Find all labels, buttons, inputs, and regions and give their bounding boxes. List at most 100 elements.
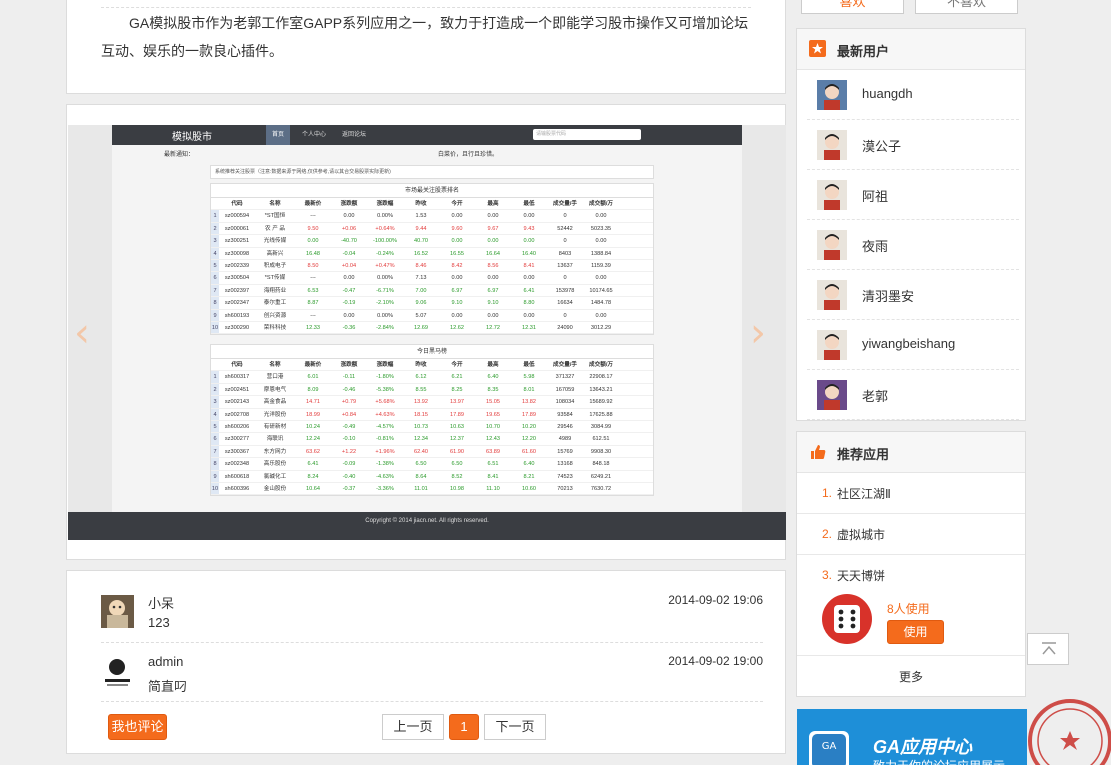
slider-next-icon[interactable]: ›	[750, 310, 766, 356]
app-user-count: 8人使用	[887, 602, 930, 616]
star-icon	[809, 40, 826, 57]
avatar[interactable]	[817, 80, 847, 110]
avatar[interactable]	[817, 130, 847, 160]
comment-item: admin 简直叼 2014-09-02 19:00	[101, 654, 763, 712]
svg-text:GA: GA	[822, 741, 837, 752]
app-name: 天天博饼	[837, 569, 886, 583]
table-row: 8 sz002348 高乐股份 6.41 -0.09 -1.38% 6.50 6.50 6.51…	[211, 458, 653, 471]
table-row: 5 sh600206 有研新材 10.24 -0.49 -4.57% 10.73 10.63 1…	[211, 420, 653, 434]
user-item[interactable]: 清羽墨安	[807, 270, 1019, 320]
screenshot-nav-home: 首页	[266, 125, 291, 145]
table-row: 9 sh600618 氯碱化工 8.24 -0.40 -4.63% 8.64 8.52 8.41…	[211, 470, 653, 483]
comment-time: 2014-09-02 19:06	[668, 593, 763, 607]
user-item[interactable]: 老郭	[807, 370, 1019, 420]
recommended-apps-title: 推荐应用	[837, 447, 890, 462]
table-row: 6 sz300504 *ST传媒 --- 0.00 0.00% 7.13 0.00 0.00 0.…	[211, 272, 653, 285]
table-row: 7 sz002397 海翔药业 6.53 -0.47 -6.71% 7.00 6.97 6.97…	[211, 284, 653, 298]
comments-panel: 小呆 123 2014-09-02 19:06 admin 简直叼 2014-0…	[66, 570, 786, 754]
banner-title: GA应用中心	[873, 737, 972, 757]
copyright: Copyright © 2014 jiacn.net. All rights r…	[365, 518, 489, 524]
intro-text: GA模拟股市作为老郭工作室GAPP系列应用之一，致力于打造成一个即能学习股市操作…	[101, 15, 749, 59]
like-label: 喜欢	[839, 0, 866, 9]
app-item[interactable]: 1. 社区江湖Ⅱ	[797, 473, 1025, 514]
app-rank: 1.	[822, 486, 833, 500]
app-name: 社区江湖Ⅱ	[837, 487, 891, 501]
like-button[interactable]: 喜欢	[801, 0, 904, 14]
comment-text: 简直叼	[148, 679, 188, 694]
app-item-featured[interactable]: 3. 天天博饼 8人使用 使用	[797, 555, 1025, 656]
user-item[interactable]: huangdh	[807, 70, 1019, 120]
ga-app-center-banner[interactable]: GA GA应用中心 致力于你的论坛应用展示	[797, 709, 1027, 765]
hot-stocks-title: 市场最关注股票排名	[211, 184, 653, 198]
screenshot-logo: 模拟股市	[172, 132, 212, 143]
screenshot-nav-profile: 个人中心	[302, 132, 327, 138]
table-row: 8 sz002347 泰尔重工 8.87 -0.19 -2.10% 9.06 9.10 9.10…	[211, 297, 653, 310]
table-row: 1 sh600317 营口港 6.01 -0.11 -1.80% 6.12 6.21 6.40 5…	[211, 371, 653, 384]
user-name[interactable]: 漠公子	[862, 136, 901, 155]
user-name[interactable]: 阿祖	[862, 186, 888, 205]
table-row: 9 sh600193 创兴资源 --- 0.00 0.00% 5.07 0.00 0.00 0.0…	[211, 309, 653, 322]
dislike-label: 不喜欢	[946, 0, 986, 9]
dislike-button[interactable]: 不喜欢	[915, 0, 1018, 14]
app-name: 虚拟城市	[837, 528, 886, 542]
table-row: 10 sh600396 金山股份 10.64 -0.37 -3.36% 11.01 10.98…	[211, 482, 653, 496]
comment-author[interactable]: admin	[148, 654, 183, 669]
slider-prev-icon[interactable]: ‹	[74, 310, 90, 356]
screenshot-search: 请输股票代码	[533, 129, 641, 140]
table-row: 5 sz002339 积成电子 8.50 +0.04 +0.47% 8.46 8.42 8.56…	[211, 259, 653, 273]
hot-stocks-table: 市场最关注股票排名 代码 名称 最新价 涨跌额 涨跌幅 昨收 今开 最高 最低 成交量/手 成交额/…	[210, 183, 654, 336]
avatar[interactable]	[101, 656, 134, 689]
dice-icon	[822, 594, 872, 644]
table-row: 2 sz002451 摩恩电气 8.09 -0.46 -5.38% 8.55 8.25 8.35…	[211, 383, 653, 397]
user-name[interactable]: 清羽墨安	[862, 286, 914, 305]
add-comment-button[interactable]: 我也评论	[108, 714, 167, 740]
current-page[interactable]: 1	[449, 714, 479, 740]
screenshot-nav-forum: 返回论坛	[342, 132, 367, 138]
user-name[interactable]: yiwangbeishang	[862, 336, 955, 351]
avatar[interactable]	[817, 180, 847, 210]
avatar[interactable]	[101, 595, 134, 628]
recommended-apps-panel: 推荐应用 1. 社区江湖Ⅱ 2. 虚拟城市 3. 天天博饼 8人使用 使用 更多	[796, 431, 1026, 697]
user-name[interactable]: 老郭	[862, 386, 888, 405]
new-users-panel: 最新用户 huangdh 漠公子 阿祖 夜雨 清羽墨安 yiwangbeishang 老郭	[796, 28, 1026, 421]
user-item[interactable]: 漠公子	[807, 120, 1019, 170]
dark-horse-table: 今日黑马榜 代码 名称 最新价 涨跌额 涨跌幅 昨收 今开 最高 最低 成交量/手 成交额/万 1 sh…	[210, 344, 654, 497]
table-row: 1 sz000594 *ST国恒 --- 0.00 0.00% 1.53 0.00 0.00 0.…	[211, 210, 653, 223]
user-name[interactable]: 夜雨	[862, 236, 888, 255]
arrow-up-icon	[1042, 642, 1056, 655]
table-row: 6 sz300277 海联讯 12.24 -0.10 -0.81% 12.34 12.37 12…	[211, 433, 653, 446]
user-name[interactable]: huangdh	[862, 86, 913, 101]
dark-horse-header: 代码 名称 最新价 涨跌额 涨跌幅 昨收 今开 最高 最低 成交量/手 成交额/万	[211, 359, 653, 372]
avatar[interactable]	[817, 380, 847, 410]
table-row: 2 sz000061 农 产 品 9.50 +0.06 +0.64% 9.44 9.60 9.6…	[211, 222, 653, 236]
comment-time: 2014-09-02 19:00	[668, 654, 763, 668]
user-item[interactable]: 夜雨	[807, 220, 1019, 270]
screenshot-footer: Copyright © 2014 jiacn.net. All rights r…	[68, 512, 786, 540]
dark-horse-title: 今日黑马榜	[211, 345, 653, 359]
comment-text: 123	[148, 615, 170, 630]
table-row: 3 sz002143 高金食品 14.71 +0.79 +5.68% 13.92 13.97 1…	[211, 396, 653, 409]
avatar[interactable]	[817, 330, 847, 360]
banner-subtitle: 致力于你的论坛应用展示	[873, 757, 1005, 765]
more-link[interactable]: 更多	[797, 668, 1025, 685]
avatar[interactable]	[817, 230, 847, 260]
user-item[interactable]: yiwangbeishang	[807, 320, 1019, 370]
studio-seal-icon	[1028, 699, 1111, 765]
ga-logo-icon: GA	[809, 731, 849, 765]
avatar[interactable]	[817, 280, 847, 310]
screenshot-notice-text: 白菜价，且行且珍惜。	[438, 152, 499, 158]
table-row: 10 sz300290 荣科科技 12.33 -0.36 -2.84% 12.69 12.62…	[211, 321, 653, 335]
use-app-button[interactable]: 使用	[887, 620, 944, 644]
user-item[interactable]: 阿祖	[807, 170, 1019, 220]
screenshot-notice-label: 最新通知：	[164, 152, 195, 158]
comment-author[interactable]: 小呆	[148, 593, 174, 612]
next-page-button[interactable]: 下一页	[484, 714, 546, 740]
screenshot-focus-note: 系统推荐关注股票（注意:数据来源于网络,仅供参考,请以其合交易股票实际更新)	[210, 165, 654, 179]
table-row: 7 sz300367 东方网力 63.62 +1.22 +1.96% 62.40 61.90 6…	[211, 445, 653, 459]
app-item[interactable]: 2. 虚拟城市	[797, 514, 1025, 555]
back-to-top-button[interactable]	[1027, 633, 1069, 665]
table-row: 3 sz300251 光线传媒 0.00 -40.70 -100.00% 40.70 0.00…	[211, 235, 653, 248]
prev-page-button[interactable]: 上一页	[382, 714, 444, 740]
table-row: 4 sz002708 光洋股份 18.99 +0.84 +4.63% 18.15 17.89 1…	[211, 408, 653, 421]
intro-panel: GA模拟股市作为老郭工作室GAPP系列应用之一，致力于打造成一个即能学习股市操作…	[66, 0, 786, 94]
